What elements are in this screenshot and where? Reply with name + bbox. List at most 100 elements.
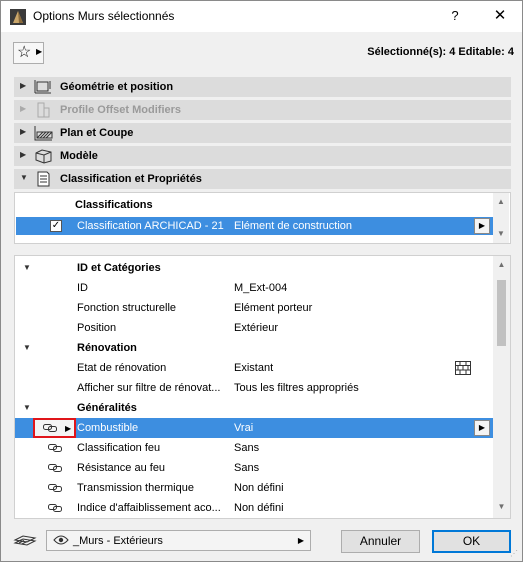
geometry-icon: [34, 80, 51, 94]
scroll-thumb[interactable]: [497, 280, 506, 346]
property-key: Position: [77, 322, 117, 334]
property-key: Fonction structurelle: [77, 302, 177, 314]
link-icon: [48, 444, 62, 452]
brick-wall-icon[interactable]: [455, 361, 471, 375]
group-title: Généralités: [77, 402, 137, 414]
dialog-window: Options Murs sélectionnés ? ✕ ☆ ▶ Sélect…: [0, 0, 523, 562]
resize-grip-icon[interactable]: ⋰: [510, 549, 520, 559]
section-label: Classification et Propriétés: [60, 173, 202, 185]
property-key: Résistance au feu: [77, 462, 166, 474]
section-label: Géométrie et position: [60, 81, 174, 93]
ok-button[interactable]: OK: [432, 530, 511, 553]
classification-checkbox[interactable]: ✓: [50, 220, 62, 232]
section-classification[interactable]: ▼ Classification et Propriétés: [14, 169, 511, 189]
collapse-arrow-icon: ▼: [23, 403, 31, 412]
link-icon: [48, 464, 62, 472]
collapse-arrow-icon: ▼: [23, 343, 31, 352]
scroll-down-icon[interactable]: ▼: [493, 227, 509, 241]
property-row[interactable]: Résistance au feu Sans: [15, 458, 493, 478]
property-row[interactable]: Transmission thermique Non défini: [15, 478, 493, 498]
window-title: Options Murs sélectionnés: [33, 9, 175, 23]
archicad-app-icon: [10, 9, 26, 25]
property-value[interactable]: Non défini: [234, 482, 284, 494]
property-row[interactable]: Position Extérieur: [15, 318, 493, 338]
group-title: ID et Catégories: [77, 262, 161, 274]
section-geometry[interactable]: ▶ Géométrie et position: [14, 77, 511, 97]
model-icon: [35, 149, 52, 164]
property-key: Combustible: [77, 422, 139, 434]
scroll-up-icon[interactable]: ▲: [493, 195, 509, 209]
scroll-up-icon[interactable]: ▲: [493, 260, 510, 269]
property-key: Classification feu: [77, 442, 161, 454]
classifications-panel: Classifications ✓ Classification ARCHICA…: [14, 192, 511, 244]
property-row[interactable]: Indice d'affaiblissement aco... Non défi…: [15, 498, 493, 518]
property-key: Indice d'affaiblissement aco...: [77, 502, 221, 514]
expand-arrow-icon: ▶: [20, 150, 27, 159]
caret-right-icon: ▶: [36, 47, 43, 56]
property-key: Etat de rénovation: [77, 362, 167, 374]
section-plan-coupe[interactable]: ▶ Plan et Coupe: [14, 123, 511, 143]
property-value[interactable]: Tous les filtres appropriés: [234, 382, 359, 394]
expand-arrow-icon: ▶: [20, 127, 27, 136]
profile-icon: [37, 102, 50, 118]
collapse-arrow-icon: ▼: [23, 263, 31, 272]
group-header[interactable]: ▼ ID et Catégories: [15, 258, 493, 278]
title-bar[interactable]: Options Murs sélectionnés ? ✕: [1, 1, 522, 32]
group-title: Rénovation: [77, 342, 137, 354]
close-button[interactable]: ✕: [487, 5, 513, 27]
layer-dropdown[interactable]: _Murs - Extérieurs ▶: [46, 530, 311, 551]
property-row[interactable]: Afficher sur filtre de rénovat... Tous l…: [15, 378, 493, 398]
selection-info: Sélectionné(s): 4 Editable: 4: [367, 46, 514, 58]
classification-system: Classification ARCHICAD - 21: [77, 220, 224, 232]
property-row[interactable]: ID M_Ext-004: [15, 278, 493, 298]
section-label: Profile Offset Modifiers: [60, 104, 182, 116]
section-profile-offset: ▶ Profile Offset Modifiers: [14, 100, 511, 120]
classification-icon: [37, 171, 50, 187]
classifications-header: Classifications: [75, 199, 153, 211]
classification-menu-button[interactable]: ▶: [474, 218, 490, 234]
property-row[interactable]: Etat de rénovation Existant: [15, 358, 493, 378]
property-value[interactable]: Existant: [234, 362, 273, 374]
property-row-selected[interactable]: Combustible Vrai: [15, 418, 493, 438]
link-icon: [43, 424, 57, 432]
link-menu-button[interactable]: ▶: [33, 418, 76, 438]
layers-icon: [13, 535, 37, 546]
caret-right-icon: ▶: [297, 536, 304, 545]
caret-right-icon: ▶: [65, 424, 72, 433]
help-button[interactable]: ?: [442, 5, 468, 27]
scroll-down-icon[interactable]: ▼: [493, 502, 510, 511]
classifications-scrollbar[interactable]: ▲ ▼: [493, 193, 509, 243]
collapse-arrow-icon: ▼: [20, 173, 28, 182]
group-header[interactable]: ▼ Généralités: [15, 398, 493, 418]
cancel-button[interactable]: Annuler: [341, 530, 420, 553]
section-modele[interactable]: ▶ Modèle: [14, 146, 511, 166]
group-header[interactable]: ▼ Rénovation: [15, 338, 493, 358]
expand-arrow-icon: ▶: [20, 104, 27, 113]
property-key: ID: [77, 282, 88, 294]
property-value[interactable]: Extérieur: [234, 322, 278, 334]
property-value[interactable]: Sans: [234, 462, 259, 474]
property-value[interactable]: Elément porteur: [234, 302, 312, 314]
property-value[interactable]: M_Ext-004: [234, 282, 287, 294]
link-icon: [48, 504, 62, 512]
property-menu-button[interactable]: ▶: [474, 420, 490, 436]
expand-arrow-icon: ▶: [20, 81, 27, 90]
star-icon: ☆: [17, 44, 32, 61]
section-label: Plan et Coupe: [60, 127, 134, 139]
section-label: Modèle: [60, 150, 98, 162]
classification-value: Elément de construction: [234, 220, 353, 232]
property-value[interactable]: Vrai: [234, 422, 253, 434]
link-icon: [48, 484, 62, 492]
properties-list: ▼ ID et Catégories ID M_Ext-004 Fonction…: [14, 255, 511, 519]
layer-name: _Murs - Extérieurs: [73, 535, 163, 547]
properties-scrollbar[interactable]: ▲ ▼: [493, 256, 510, 518]
eye-icon: [53, 535, 69, 545]
property-row[interactable]: Classification feu Sans: [15, 438, 493, 458]
plan-section-icon: [34, 126, 53, 141]
property-key: Transmission thermique: [77, 482, 194, 494]
property-row[interactable]: Fonction structurelle Elément porteur: [15, 298, 493, 318]
property-value[interactable]: Non défini: [234, 502, 284, 514]
favorites-button[interactable]: ☆ ▶: [13, 42, 44, 64]
classification-row[interactable]: ✓ Classification ARCHICAD - 21 Elément d…: [16, 217, 493, 235]
property-value[interactable]: Sans: [234, 442, 259, 454]
